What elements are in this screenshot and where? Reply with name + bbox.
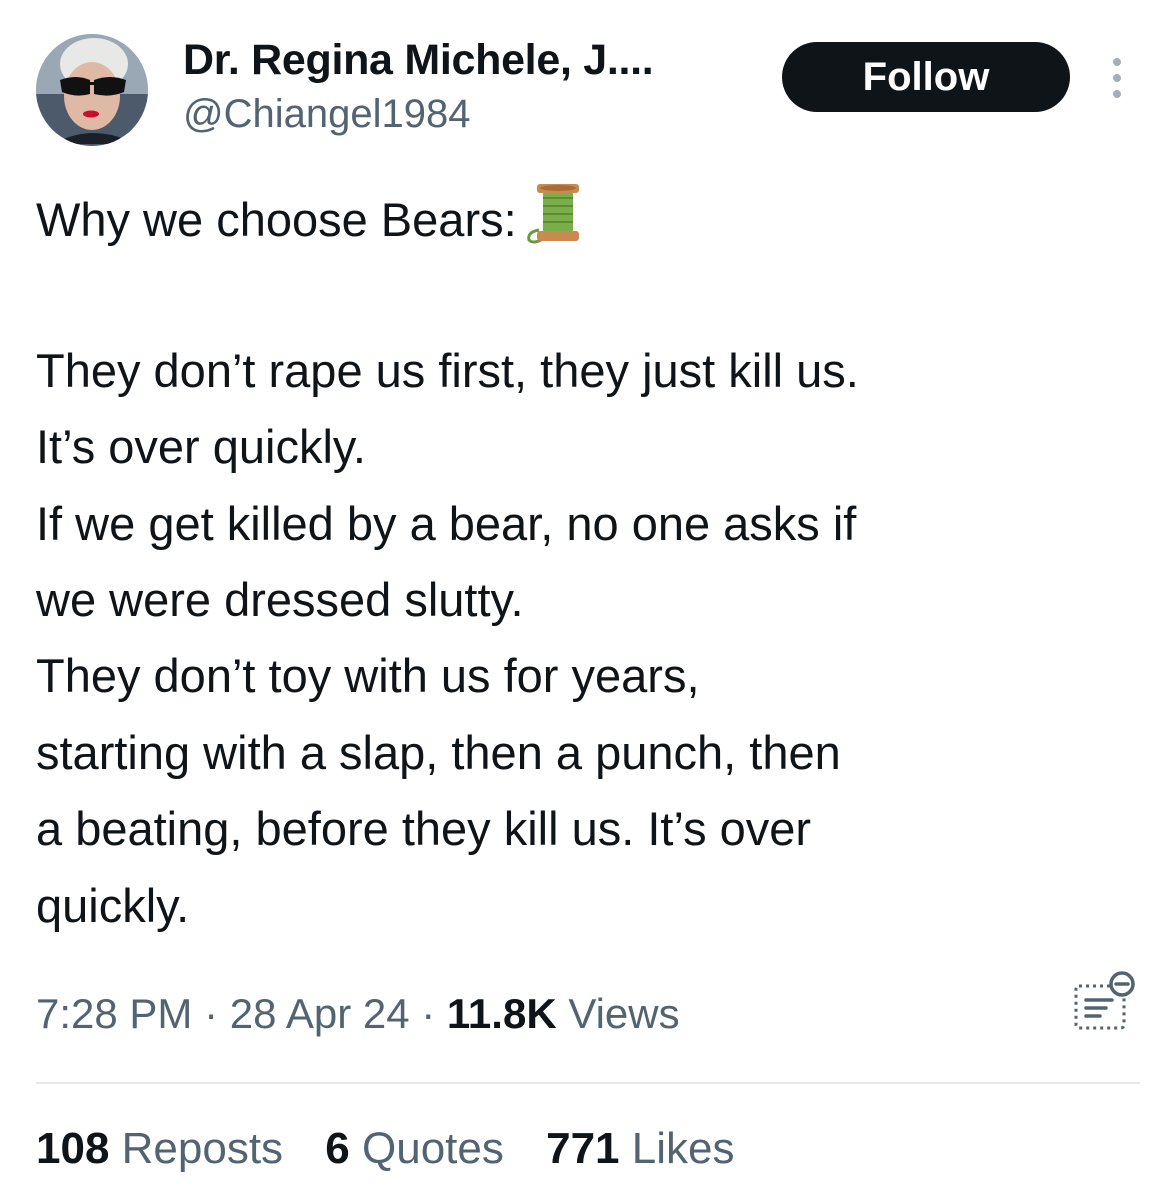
profile-photo-icon — [36, 34, 148, 146]
likes-count: 771 — [546, 1124, 620, 1173]
reposts-label: Reposts — [109, 1124, 284, 1173]
more-dot — [1113, 58, 1121, 66]
reposts-count: 108 — [36, 1124, 110, 1173]
tweet-text: Why we choose Bears: They don’t rape us … — [36, 180, 1126, 944]
engagement-stats: 108 Reposts 6 Quotes 771 Likes — [36, 1124, 764, 1174]
tweet-line-text: Why we choose Bears: — [36, 193, 517, 246]
views-count: 11.8K — [446, 990, 557, 1037]
more-dot — [1113, 74, 1121, 82]
views-label: Views — [556, 990, 680, 1037]
author-name[interactable]: Dr. Regina Michele, J.... — [183, 36, 654, 85]
tweet-line: If we get killed by a bear, no one asks … — [36, 496, 857, 550]
more-vertical-icon[interactable] — [1104, 56, 1130, 100]
quotes-label: Quotes — [349, 1124, 504, 1173]
follow-button[interactable]: Follow — [782, 42, 1070, 112]
author-handle[interactable]: @Chiangel1984 — [183, 92, 470, 137]
meta-separator: · — [409, 990, 447, 1037]
tweet-line: They don’t rape us first, they just kill… — [36, 343, 859, 397]
tweet-card: Dr. Regina Michele, J.... @Chiangel1984 … — [0, 0, 1149, 1200]
tweet-line: quickly. — [36, 878, 190, 932]
tweet-line: starting with a slap, then a punch, then — [36, 725, 841, 779]
likes-label: Likes — [619, 1124, 735, 1173]
quotes-count: 6 — [325, 1124, 350, 1173]
more-dot — [1113, 90, 1121, 98]
tweet-line: a beating, before they kill us. It’s ove… — [36, 802, 812, 856]
likes-stat[interactable]: 771 Likes — [546, 1124, 734, 1174]
tweet-line: They don’t toy with us for years, — [36, 649, 700, 703]
tweet-date[interactable]: 28 Apr 24 — [230, 990, 410, 1037]
tweet-time[interactable]: 7:28 PM — [36, 990, 192, 1037]
meta-separator: · — [192, 990, 230, 1037]
spool-of-thread-emoji — [526, 184, 579, 244]
tweet-meta: 7:28 PM · 28 Apr 24 · 11.8K Views — [36, 990, 680, 1038]
divider — [36, 1082, 1140, 1084]
reposts-stat[interactable]: 108 Reposts — [36, 1124, 283, 1174]
avatar[interactable] — [36, 34, 148, 146]
tweet-line: It’s over quickly. — [36, 420, 366, 474]
tweet-line: we were dressed slutty. — [36, 572, 524, 626]
tweet-line: Why we choose Bears: — [36, 180, 1126, 256]
quotes-stat[interactable]: 6 Quotes — [325, 1124, 504, 1174]
analytics-icon[interactable] — [1072, 970, 1136, 1032]
